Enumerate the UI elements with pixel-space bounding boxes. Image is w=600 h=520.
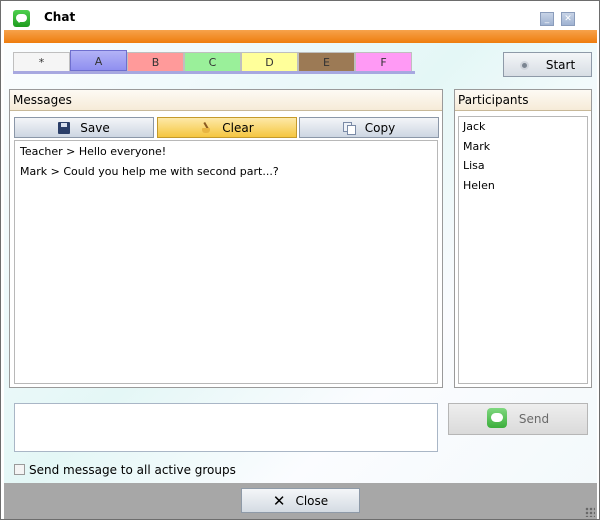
all-groups-label: Send message to all active groups (29, 463, 236, 477)
send-button[interactable]: Send (448, 403, 588, 435)
message-list[interactable]: Teacher > Hello everyone! Mark > Could y… (14, 140, 438, 384)
start-button-label: Start (545, 58, 576, 72)
tab-group[interactable]: D (241, 52, 298, 71)
message-line: Mark > Could you help me with second par… (20, 165, 279, 178)
close-button-label: Close (295, 494, 329, 508)
copy-button-label: Copy (364, 121, 396, 135)
start-button[interactable]: Start (503, 52, 592, 77)
window-title: Chat (44, 10, 76, 24)
tab-group[interactable]: F (355, 52, 412, 71)
participant-item[interactable]: Jack (463, 120, 583, 140)
copy-button[interactable]: Copy (299, 117, 439, 138)
tab-group[interactable]: A (70, 50, 127, 71)
tab-group[interactable]: * (13, 52, 70, 71)
send-chat-icon (486, 408, 507, 428)
save-icon (58, 122, 71, 134)
chat-content: * A B C D E F Start Messages Save Clear Copy T… (4, 43, 597, 483)
save-button-label: Save (80, 121, 110, 135)
save-button[interactable]: Save (14, 117, 154, 138)
footer-bar: ✕ Close (4, 483, 597, 519)
broom-icon (200, 122, 212, 134)
message-input[interactable] (14, 403, 438, 452)
participant-item[interactable]: Helen (463, 179, 583, 199)
all-groups-option: Send message to all active groups (14, 463, 236, 479)
participant-list[interactable]: Jack Mark Lisa Helen (458, 116, 588, 384)
group-tabs: * A B C D E F (13, 50, 415, 74)
participant-item[interactable]: Mark (463, 140, 583, 160)
send-button-label: Send (518, 412, 550, 426)
participant-item[interactable]: Lisa (463, 159, 583, 179)
copy-icon (342, 122, 356, 135)
accent-bar (4, 30, 597, 43)
participants-panel: Participants Jack Mark Lisa Helen (454, 89, 592, 388)
record-icon (519, 61, 529, 70)
tab-group[interactable]: B (127, 52, 184, 71)
tab-group[interactable]: C (184, 52, 241, 71)
messages-panel: Messages Save Clear Copy Teacher > Hello… (9, 89, 443, 388)
all-groups-checkbox[interactable] (14, 464, 25, 475)
clear-button[interactable]: Clear (157, 117, 297, 138)
message-line: Teacher > Hello everyone! (20, 145, 167, 158)
title-bar: Chat _ ✕ (1, 1, 599, 30)
resize-grip-icon[interactable] (585, 507, 595, 517)
close-x-icon: ✕ (272, 492, 286, 510)
close-icon[interactable]: ✕ (561, 12, 575, 26)
participants-header: Participants (455, 90, 591, 111)
messages-header: Messages (10, 90, 442, 111)
chat-window: Chat _ ✕ * A B C D E F Start Messages Save Cle… (0, 0, 600, 520)
close-button[interactable]: ✕ Close (241, 488, 360, 513)
chat-app-icon (13, 10, 30, 27)
minimize-icon[interactable]: _ (540, 12, 554, 26)
tab-group[interactable]: E (298, 52, 355, 71)
clear-button-label: Clear (222, 121, 254, 135)
